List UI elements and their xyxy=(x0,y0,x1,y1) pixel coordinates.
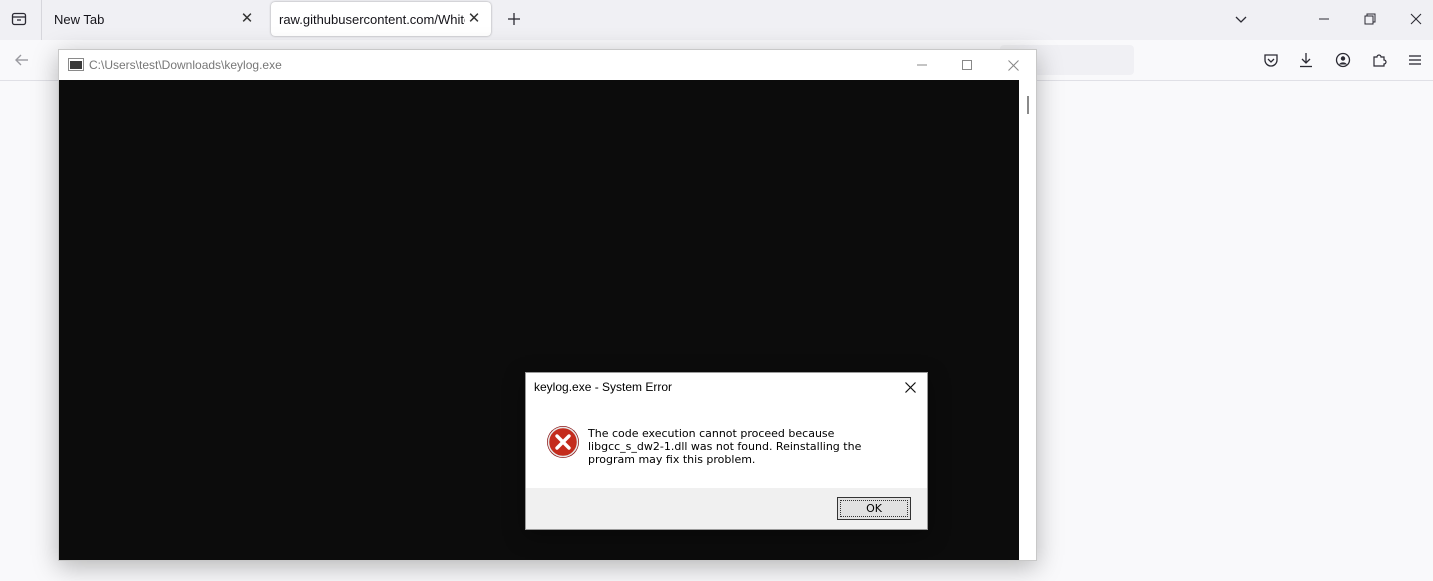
dialog-title: keylog.exe - System Error xyxy=(534,380,673,394)
tab-close-button[interactable]: ✕ xyxy=(238,10,256,28)
maximize-icon xyxy=(962,60,972,70)
console-title: C:\Users\test\Downloads\keylog.exe xyxy=(89,58,282,72)
browser-tab-bar: New Tab ✕ raw.githubusercontent.com/Whit… xyxy=(0,0,1433,40)
tab-label: raw.githubusercontent.com/Whitec xyxy=(279,11,465,27)
back-arrow-icon xyxy=(15,54,28,66)
tab-close-button[interactable]: ✕ xyxy=(465,10,483,28)
tab-list-button[interactable] xyxy=(1227,5,1255,33)
account-icon xyxy=(1335,52,1351,68)
dialog-footer: OK xyxy=(526,488,927,529)
tab-github-raw[interactable]: raw.githubusercontent.com/Whitec ✕ xyxy=(271,2,491,36)
tab-overview-icon xyxy=(11,12,27,26)
window-minimize-button[interactable] xyxy=(1310,5,1338,33)
account-button[interactable] xyxy=(1329,46,1357,74)
app-menu-button[interactable] xyxy=(1401,46,1429,74)
restore-icon xyxy=(1364,13,1376,25)
console-title-bar[interactable]: C:\Users\test\Downloads\keylog.exe xyxy=(59,50,1036,80)
minimize-icon xyxy=(1319,18,1329,20)
back-button[interactable] xyxy=(8,46,36,74)
tab-separator xyxy=(41,0,42,40)
close-icon xyxy=(904,381,916,393)
console-app-icon xyxy=(68,58,84,71)
window-close-button[interactable] xyxy=(1402,5,1430,33)
close-icon xyxy=(1007,59,1019,71)
console-maximize-button[interactable] xyxy=(952,54,982,76)
system-error-dialog: keylog.exe - System Error The code execu… xyxy=(525,372,928,530)
minimize-icon xyxy=(917,64,927,66)
dialog-close-button[interactable] xyxy=(899,377,921,397)
extensions-button[interactable] xyxy=(1365,46,1393,74)
window-restore-button[interactable] xyxy=(1356,5,1384,33)
download-icon xyxy=(1300,53,1312,68)
hamburger-menu-icon xyxy=(1409,55,1421,65)
plus-icon xyxy=(508,13,520,25)
downloads-button[interactable] xyxy=(1292,46,1320,74)
tab-label: New Tab xyxy=(54,11,105,27)
close-icon xyxy=(1410,13,1422,25)
pocket-icon xyxy=(1264,54,1278,67)
tab-overview-button[interactable] xyxy=(5,5,33,33)
new-tab-button[interactable] xyxy=(500,5,528,33)
console-close-button[interactable] xyxy=(998,54,1028,76)
dialog-message: The code execution cannot proceed becaus… xyxy=(588,427,862,466)
error-icon xyxy=(547,426,579,458)
puzzle-icon xyxy=(1373,54,1387,67)
tab-new-tab[interactable]: New Tab ✕ xyxy=(44,2,264,36)
ok-button[interactable]: OK xyxy=(837,497,911,520)
pocket-button[interactable] xyxy=(1257,46,1285,74)
console-minimize-button[interactable] xyxy=(907,54,937,76)
console-scrollbar[interactable] xyxy=(1019,80,1036,560)
chevron-down-icon xyxy=(1235,16,1247,23)
scrollbar-thumb[interactable] xyxy=(1027,96,1029,114)
